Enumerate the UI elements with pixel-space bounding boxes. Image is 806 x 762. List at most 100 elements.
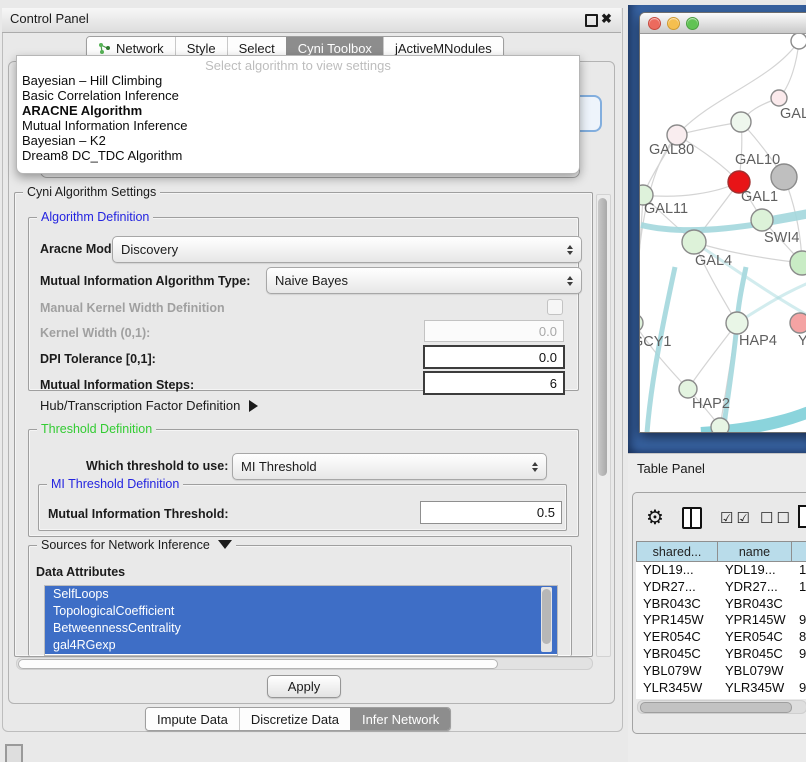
node-gal10[interactable] [731, 112, 751, 132]
mi-steps-input[interactable] [423, 371, 565, 395]
dropdown-item[interactable]: Bayesian – Hill Climbing [17, 73, 579, 88]
data-attributes-list[interactable]: SelfLoops TopologicalCoefficient Between… [44, 585, 558, 656]
table-cell[interactable]: YDR27... [718, 579, 792, 596]
table-cell[interactable]: YPR145W [718, 612, 792, 629]
node[interactable] [790, 251, 806, 275]
column-header[interactable]: shared... [636, 541, 718, 562]
table-cell[interactable] [792, 596, 806, 613]
mi-steps-label: Mutual Information Steps: [40, 378, 194, 392]
table-cell[interactable]: YBR045C [636, 646, 718, 663]
table-cell[interactable]: YDR27... [636, 579, 718, 596]
tab-impute-data[interactable]: Impute Data [146, 708, 239, 730]
table-cell[interactable]: 12 [792, 579, 806, 596]
apply-button[interactable]: Apply [267, 675, 341, 698]
table-cell[interactable]: YDL19... [718, 562, 792, 579]
which-threshold-combo[interactable]: MI Threshold [232, 453, 547, 480]
table-cell[interactable]: YBR043C [718, 596, 792, 613]
table-cell[interactable]: YBL079W [636, 663, 718, 680]
table-cell[interactable] [792, 663, 806, 680]
zoom-traffic-light-icon[interactable] [686, 17, 699, 30]
table-cell[interactable]: YIL052C [636, 696, 718, 699]
dropdown-item-selected[interactable]: ARACNE Algorithm [17, 103, 579, 118]
minimized-panel-icon[interactable] [5, 744, 23, 762]
node-gal4[interactable] [682, 230, 706, 254]
node[interactable] [711, 418, 729, 432]
table-cell[interactable]: YLR345W [718, 680, 792, 697]
table-cell[interactable]: 9 [792, 696, 806, 699]
list-item[interactable]: SelfLoops [45, 586, 557, 603]
table-cell[interactable]: YER054C [636, 629, 718, 646]
node-label: Y [798, 333, 806, 349]
table-cell[interactable]: YBR043C [636, 596, 718, 613]
checked-pair-icon[interactable]: ☑☑ [720, 509, 753, 527]
table-cell[interactable]: 13 [792, 562, 806, 579]
dpi-tolerance-label: DPI Tolerance [0,1]: [40, 352, 156, 366]
dpi-tolerance-input[interactable] [423, 345, 565, 369]
control-panel-titlebar[interactable] [2, 8, 621, 33]
data-attributes-label: Data Attributes [36, 565, 125, 579]
table-cell[interactable]: 9. [792, 680, 806, 697]
scrollbar-thumb[interactable] [542, 589, 551, 644]
table-cell[interactable]: 9. [792, 612, 806, 629]
algorithm-definition-title: Algorithm Definition [37, 210, 153, 224]
table-cell[interactable]: YIL052C [718, 696, 792, 699]
kernel-width-label: Kernel Width (0,1): [40, 326, 150, 340]
network-window-titlebar[interactable] [640, 13, 806, 34]
combo-spinner-icon [567, 276, 573, 286]
sources-group-title[interactable]: Sources for Network Inference [37, 538, 236, 552]
table-cell[interactable]: YBL079W [718, 663, 792, 680]
network-graph: GAL GAL80 GAL10 GAL1 GAL11 SWI4 GAL4 GCY… [640, 34, 806, 432]
table-cell[interactable]: YLR345W [636, 680, 718, 697]
document-icon[interactable] [798, 505, 806, 528]
dropdown-item[interactable]: Mutual Information Inference [17, 118, 579, 133]
node-hap4[interactable] [726, 312, 748, 334]
column-header[interactable]: name [718, 541, 792, 562]
node[interactable] [791, 34, 806, 49]
minimize-traffic-light-icon[interactable] [667, 17, 680, 30]
node-pink[interactable] [790, 313, 806, 333]
settings-horizontal-scrollbar[interactable] [16, 657, 593, 670]
tab-infer-network[interactable]: Infer Network [350, 708, 450, 730]
table-cell[interactable]: YDL19... [636, 562, 718, 579]
table-cell[interactable]: YBR045C [718, 646, 792, 663]
aracne-mode-combo[interactable]: Discovery [112, 236, 582, 263]
dropdown-item[interactable]: Basic Correlation Inference [17, 88, 579, 103]
kernel-width-input[interactable] [424, 320, 564, 342]
unchecked-pair-icon[interactable]: ☐☐ [760, 509, 793, 527]
table-cell[interactable]: YER054C [718, 629, 792, 646]
dropdown-item[interactable]: Bayesian – K2 [17, 133, 579, 148]
close-icon[interactable]: ✖ [601, 11, 612, 27]
mi-threshold-input[interactable] [420, 501, 562, 524]
aracne-mode-label: Aracne Mode: [40, 242, 123, 256]
list-item[interactable]: BetweennessCentrality [45, 620, 557, 637]
scrollbar-thumb[interactable] [598, 198, 607, 476]
node-swi4[interactable] [751, 209, 773, 231]
gear-icon[interactable]: ⚙ [646, 505, 664, 530]
hub-definition-toggle[interactable]: Hub/Transcription Factor Definition [40, 398, 258, 413]
node-table[interactable]: shared... name A YDL19... YDL19... 13 YD… [636, 541, 806, 699]
list-item[interactable]: TopologicalCoefficient [45, 603, 557, 620]
mi-algorithm-type-combo[interactable]: Naive Bayes [266, 267, 582, 294]
table-cell[interactable]: 9. [792, 646, 806, 663]
column-header[interactable]: A [792, 541, 806, 562]
table-horizontal-scrollbar[interactable] [637, 700, 806, 714]
table-cell[interactable]: 8. [792, 629, 806, 646]
attributes-list-scrollbar[interactable] [541, 587, 552, 652]
node-gal-top[interactable] [771, 90, 787, 106]
manual-kernel-width-checkbox[interactable] [547, 299, 563, 315]
algorithm-dropdown-popup: Select algorithm to view settings Bayesi… [16, 55, 580, 174]
list-item[interactable]: gal4RGexp [45, 637, 557, 654]
scrollbar-thumb[interactable] [640, 702, 792, 713]
settings-vertical-scrollbar[interactable] [596, 194, 611, 657]
table-cell[interactable]: YPR145W [636, 612, 718, 629]
network-view-window[interactable]: GAL GAL80 GAL10 GAL1 GAL11 SWI4 GAL4 GCY… [639, 12, 806, 433]
dropdown-item[interactable]: Dream8 DC_TDC Algorithm [17, 148, 579, 163]
close-traffic-light-icon[interactable] [648, 17, 661, 30]
node-label: SWI4 [764, 230, 799, 246]
scrollbar-thumb[interactable] [18, 659, 498, 669]
network-canvas[interactable]: GAL GAL80 GAL10 GAL1 GAL11 SWI4 GAL4 GCY… [640, 34, 806, 432]
tab-discretize-data[interactable]: Discretize Data [239, 708, 350, 730]
node-gcy1[interactable] [640, 314, 643, 332]
columns-icon[interactable] [682, 507, 702, 529]
float-window-icon[interactable] [585, 14, 598, 27]
